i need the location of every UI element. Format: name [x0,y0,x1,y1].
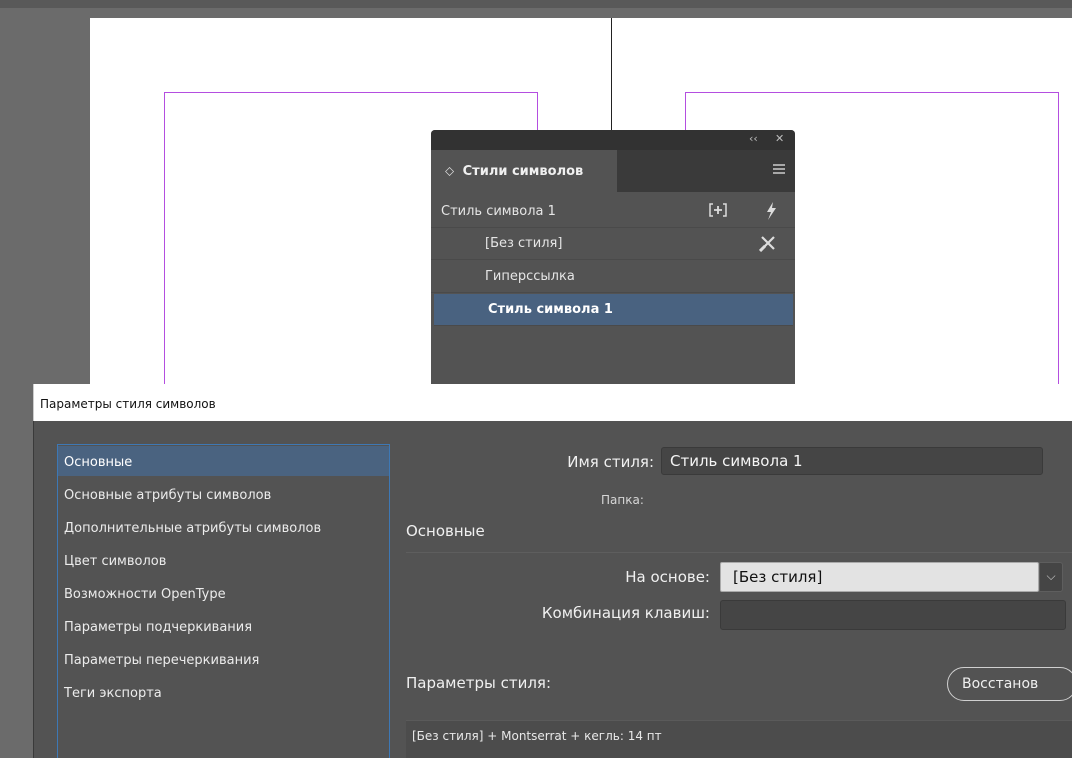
based-on-select[interactable]: [Без стиля] [720,562,1039,592]
based-on-label: На основе: [625,568,710,586]
style-name-label: Имя стиля: [567,453,654,471]
sidebar-item-general[interactable]: Основные [58,446,389,476]
character-styles-panel: ‹‹ ✕ ⬦ Стили символов Стиль символа 1 [Б… [431,130,795,388]
section-title: Основные [406,522,485,540]
shortcut-label: Комбинация клавиш: [541,604,710,622]
style-settings-label: Параметры стиля: [406,674,551,692]
folder-label: Папка: [601,493,644,507]
sidebar-item-character-color[interactable]: Цвет символов [58,545,389,575]
current-style-row: Стиль символа 1 [431,196,795,228]
panel-menu-icon[interactable] [773,164,785,174]
sidebar-item-advanced-character-formats[interactable]: Дополнительные атрибуты символов [58,512,389,542]
chevron-down-icon[interactable]: ⌵ [1039,562,1063,592]
new-style-icon[interactable] [709,202,727,222]
tab-label: Стили символов [462,164,584,179]
section-divider [406,552,1072,553]
style-item-no-style[interactable]: [Без стиля] [431,228,795,260]
style-item-hyperlink[interactable]: Гиперссылка [431,261,795,293]
sidebar-item-underline-options[interactable]: Параметры подчеркивания [58,611,389,641]
style-item-character-style-1[interactable]: Стиль символа 1 [434,294,793,326]
dialog-sidebar: Основные Основные атрибуты символов Допо… [57,444,390,758]
sidebar-item-basic-character-formats[interactable]: Основные атрибуты символов [58,479,389,509]
dialog-title: Параметры стиля символов [40,397,216,411]
lightning-icon[interactable] [765,202,777,224]
pasteboard-top-strip [0,0,1072,8]
style-name-input[interactable]: Стиль символа 1 [661,447,1043,475]
sidebar-item-opentype-features[interactable]: Возможности OpenType [58,578,389,608]
sidebar-item-export-tagging[interactable]: Теги экспорта [58,677,389,707]
style-item-label: Гиперссылка [485,269,575,284]
character-style-options-dialog: Основные Основные атрибуты символов Допо… [33,421,1072,758]
current-style-label: Стиль символа 1 [441,204,556,219]
panel-tabbar: ⬦ Стили символов [431,150,795,192]
reset-to-base-button[interactable]: Восстанов [947,667,1072,701]
clear-override-icon[interactable] [758,234,777,256]
panel-topbar: ‹‹ ✕ [431,130,795,150]
shortcut-input[interactable] [720,600,1066,630]
collapse-panel-icon[interactable]: ‹‹ [749,132,758,145]
tab-character-styles[interactable]: ⬦ Стили символов [431,150,617,192]
close-panel-icon[interactable]: ✕ [775,132,784,145]
style-settings-description: [Без стиля] + Montserrat + кегль: 14 пт [406,720,1072,758]
sidebar-item-strikethrough-options[interactable]: Параметры перечеркивания [58,644,389,674]
style-item-label: [Без стиля] [485,236,563,251]
style-item-label: Стиль символа 1 [488,302,613,317]
dialog-titlebar: Параметры стиля символов [33,384,1072,421]
tab-toggle-icon: ⬦ [445,164,455,179]
